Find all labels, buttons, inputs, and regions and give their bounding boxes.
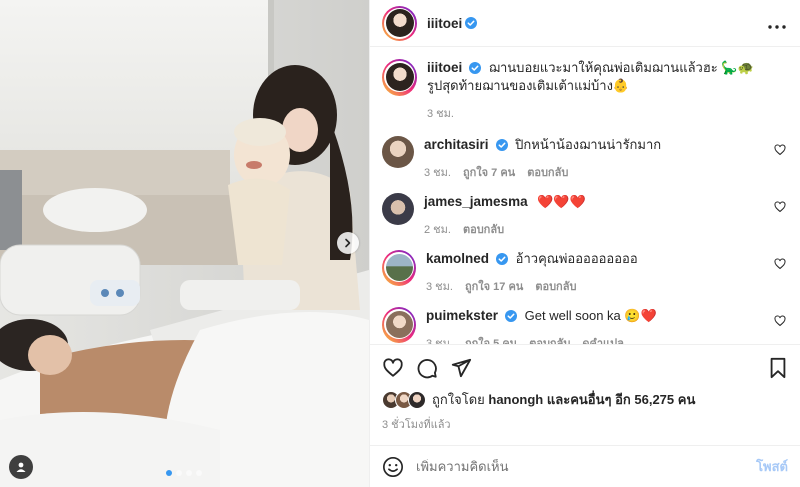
comment-like-heart-icon[interactable] [774,258,786,270]
comment-reply-button[interactable]: ตอบกลับ [527,163,568,181]
verified-badge-icon [465,17,478,29]
author-username[interactable]: iiitoei [427,16,462,31]
comment-like-heart-icon[interactable] [774,315,786,327]
comment-button[interactable] [416,357,438,379]
comment-text: อ้าวคุณพ่อออออออออ [515,251,638,266]
carousel-dot [186,470,192,476]
comment-time[interactable]: 2 ชม. [424,220,451,238]
comment-time[interactable]: 3 ชม. [426,277,453,295]
liker-avatars [382,390,426,409]
comment-time[interactable]: 3 ชม. [426,334,453,344]
comment-username[interactable]: puimekster [426,308,498,323]
chevron-right-icon [345,238,351,248]
comment-item: kamolned อ้าวคุณพ่อออออออออ 3 ชม. ถูกใจ … [382,250,786,295]
post-header: iiitoei [370,0,800,47]
post-media[interactable] [0,0,369,487]
more-horizontal-icon [768,24,786,29]
avatar [385,62,414,91]
bookmark-icon [770,357,786,379]
post-caption: iiitoei ฌานบอยแวะมาให้คุณพ่อเติมฌานแล้วฮ… [382,59,786,122]
comments-list[interactable]: iiitoei ฌานบอยแวะมาให้คุณพ่อเติมฌานแล้วฮ… [370,47,800,344]
likes-suffix: คน [674,392,696,407]
send-icon [451,358,472,378]
instagram-post-view: iiitoei iiitoei ฌานบอยแวะมาให้คุณพ่อเติม… [0,0,800,487]
likes-count[interactable]: 56,275 [634,392,674,407]
likes-prefix: ถูกใจโดย [432,392,489,407]
carousel-dot [196,470,202,476]
user-tag-icon [16,462,26,472]
caption-text-line2: รูปสุดท้ายฌานของเติมเต้าแม่บ้าง👶 [427,78,630,93]
comment-reply-button[interactable]: ตอบกลับ [463,220,504,238]
likes-summary[interactable]: ถูกใจโดย hanongh และคนอื่นๆ อีก 56,275 ค… [382,389,788,410]
comment-item: puimekster Get well soon ka 🥲❤️ 3 ชม. ถู… [382,307,786,344]
comment-like-heart-icon[interactable] [774,144,786,156]
verified-badge-icon [496,253,509,265]
emoji-icon [383,456,403,477]
comment-reply-button[interactable]: ตอบกลับ [535,277,576,295]
emoji-button[interactable] [382,456,404,478]
comment-username[interactable]: architasiri [424,137,489,152]
comment-username[interactable]: james_jamesma [424,194,528,209]
comment-text: ปิกหน้าน้องฌานน่ารักมาก [515,137,662,152]
avatar [385,310,413,338]
carousel-next-button[interactable] [337,232,359,254]
story-avatar-ring[interactable] [382,307,416,343]
avatar[interactable] [382,136,414,168]
comment-text: Get well soon ka 🥲❤️ [524,308,657,323]
avatar [385,9,414,37]
verified-badge-icon [495,139,508,151]
caption-username[interactable]: iiitoei [427,60,462,75]
carousel-dot [166,470,172,476]
avatar [385,253,413,281]
comment-likes-count[interactable]: ถูกใจ 17 คน [465,277,523,295]
comment-likes-count[interactable]: ถูกใจ 5 คน [465,334,517,344]
comment-time[interactable]: 3 ชม. [424,163,451,181]
caption-time[interactable]: 3 ชม. [427,104,454,122]
post-actions: ถูกใจโดย hanongh และคนอื่นๆ อีก 56,275 ค… [370,344,800,433]
comment-icon [417,359,437,379]
see-translation-button[interactable]: ดูคำแปล [582,334,624,344]
add-comment-bar: โพสต์ [370,445,800,487]
avatar[interactable] [382,193,414,225]
likes-middle: และคนอื่นๆ อีก [543,392,635,407]
caption-text: ฌานบอยแวะมาให้คุณพ่อเติมฌานแล้วฮะ 🦕🐢 [488,60,754,75]
share-button[interactable] [450,357,472,379]
carousel-indicator [166,470,202,476]
caption-avatar-ring[interactable] [382,59,417,96]
like-button[interactable] [382,357,404,379]
comment-likes-count[interactable]: ถูกใจ 7 คน [463,163,515,181]
save-button[interactable] [768,357,788,379]
comment-text: ❤️❤️❤️ [537,194,586,209]
comment-input[interactable] [416,459,757,474]
post-comment-button[interactable]: โพสต์ [756,456,788,477]
likes-user[interactable]: hanongh [488,392,543,407]
avatar [408,390,426,409]
verified-badge-icon [505,310,518,322]
tagged-users-button[interactable] [9,455,33,479]
comment-username[interactable]: kamolned [426,251,489,266]
post-timestamp[interactable]: 3 ชั่วโมงที่แล้ว [382,415,788,433]
verified-badge-icon [469,62,482,74]
comment-like-heart-icon[interactable] [774,201,786,213]
comment-item: architasiri ปิกหน้าน้องฌานน่ารักมาก 3 ชม… [382,136,786,181]
story-avatar-ring[interactable] [382,250,416,286]
more-options-button[interactable] [768,13,786,34]
author-avatar-ring[interactable] [382,5,417,41]
carousel-dot [176,470,182,476]
post-photo [0,0,369,487]
post-details-panel: iiitoei iiitoei ฌานบอยแวะมาให้คุณพ่อเติม… [369,0,800,487]
heart-icon [383,358,403,377]
comment-reply-button[interactable]: ตอบกลับ [529,334,570,344]
comment-item: james_jamesma ❤️❤️❤️ 2 ชม. ตอบกลับ [382,193,786,238]
